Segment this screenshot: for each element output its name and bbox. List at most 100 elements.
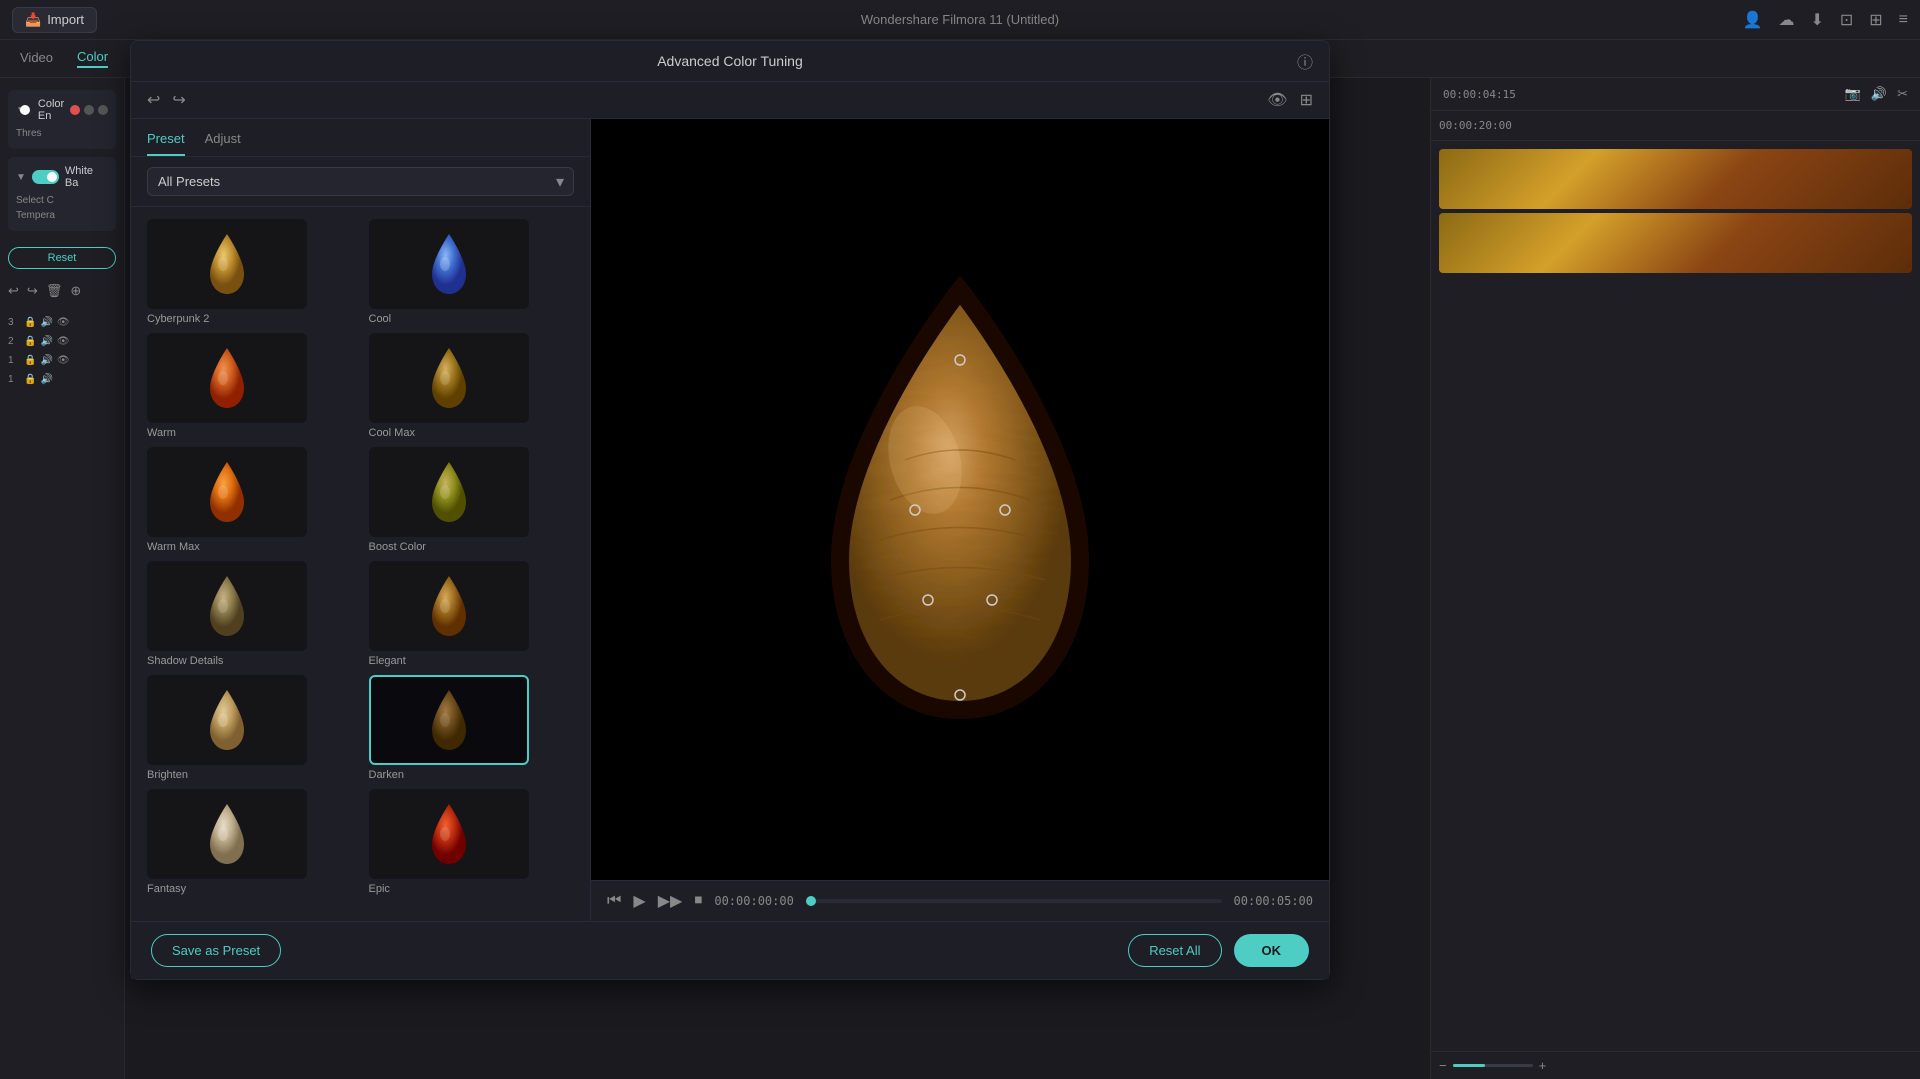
save-as-preset-button[interactable]: Save as Preset — [151, 934, 281, 967]
top-bar: 📥 Import Wondershare Filmora 11 (Untitle… — [0, 0, 1920, 40]
preset-thumb-svg-epic — [424, 799, 474, 869]
compare-icon[interactable]: ⊞ — [1300, 90, 1313, 110]
preset-item-shadowdetails[interactable]: Shadow Details — [147, 561, 353, 667]
white-balance-toggle[interactable] — [32, 170, 59, 184]
modal-close-icon[interactable]: ⓘ — [1297, 49, 1313, 73]
account-icon[interactable]: 👤 — [1743, 10, 1763, 30]
time-end: 00:00:05:00 — [1234, 894, 1313, 908]
preset-item-cool[interactable]: Cool — [369, 219, 575, 325]
redo-icon[interactable]: ↪ — [27, 283, 38, 299]
track-list: 3 🔒 🔊 👁 2 🔒 🔊 👁 1 🔒 🔊 👁 1 🔒 🔊 — [8, 315, 116, 387]
preview-image — [760, 260, 1160, 740]
preset-item-coolmax[interactable]: Cool Max — [369, 333, 575, 439]
tl-track-thumb-1 — [1439, 149, 1912, 209]
temperature-label: Tempera — [16, 210, 108, 221]
playback-slider-dot — [806, 896, 816, 906]
preview-panel: ⏮ ▶ ▶▶ ⏹ 00:00:00:00 00:00:05:00 — [591, 119, 1329, 921]
preset-item-epic[interactable]: Epic — [369, 789, 575, 895]
track-audio-3: 🔊 — [40, 317, 52, 328]
layout-icon[interactable]: ⊞ — [1869, 10, 1882, 30]
track-audio-1b: 🔊 — [40, 374, 52, 385]
track-audio-2: 🔊 — [40, 336, 52, 347]
preset-item-darken[interactable]: Darken — [369, 675, 575, 781]
preset-filter-select[interactable]: All Presets — [147, 167, 574, 196]
tl-audio-icon[interactable]: 🔊 — [1871, 86, 1887, 102]
bottom-icons-row: ↩ ↪ 🗑 ⊕ — [8, 283, 116, 299]
preset-item-fantasy[interactable]: Fantasy — [147, 789, 353, 895]
preset-thumb-svg-elegant — [424, 571, 474, 641]
preset-item-boostcolor[interactable]: Boost Color — [369, 447, 575, 553]
add-icon[interactable]: ⊕ — [70, 283, 81, 299]
window-icon[interactable]: ⊡ — [1840, 10, 1853, 30]
ok-button[interactable]: OK — [1234, 934, 1310, 967]
preset-item-brighten[interactable]: Brighten — [147, 675, 353, 781]
zoom-out-icon[interactable]: − — [1439, 1058, 1447, 1073]
zoom-in-icon[interactable]: + — [1539, 1058, 1547, 1073]
preset-thumb-svg-cyberpunk2 — [202, 229, 252, 299]
timeline-icons: 📷 🔊 ✂ — [1845, 86, 1908, 102]
track-row-1a: 1 🔒 🔊 👁 — [8, 353, 116, 368]
track-row-1b: 1 🔒 🔊 — [8, 372, 116, 387]
prev-frame-button[interactable]: ⏮ — [607, 892, 621, 910]
stop-button[interactable]: ⏹ — [694, 892, 702, 910]
preset-tabs: Preset Adjust — [131, 119, 590, 157]
preset-panel: Preset Adjust All Presets ▾ — [131, 119, 591, 921]
preset-label-cyberpunk2: Cyberpunk 2 — [147, 313, 209, 325]
tl-camera-icon[interactable]: 📷 — [1845, 86, 1861, 102]
reset-button[interactable]: Reset — [8, 247, 116, 269]
preset-label-brighten: Brighten — [147, 769, 188, 781]
preset-thumb-cool — [369, 219, 529, 309]
tl-zoom-slider[interactable] — [1453, 1064, 1533, 1067]
timeline-tracks — [1431, 141, 1920, 1051]
preset-thumb-svg-coolmax — [424, 343, 474, 413]
tl-track-1 — [1439, 149, 1912, 209]
track-num-2: 2 — [8, 336, 20, 347]
preset-grid: Cyberpunk 2 — [131, 207, 590, 921]
track-lock-1a: 🔒 — [24, 355, 36, 366]
preset-thumb-boostcolor — [369, 447, 529, 537]
preset-item-warmmax[interactable]: Warm Max — [147, 447, 353, 553]
dot-red — [70, 105, 80, 115]
preset-label-elegant: Elegant — [369, 655, 406, 667]
color-en-section: ▼ Color En Thres — [8, 90, 116, 149]
preset-item-warm[interactable]: Warm — [147, 333, 353, 439]
modal-header: Advanced Color Tuning ⓘ — [131, 41, 1329, 82]
tab-video[interactable]: Video — [20, 50, 53, 67]
track-num-3: 3 — [8, 317, 20, 328]
undo-icon[interactable]: ↩ — [8, 283, 19, 299]
import-label: Import — [47, 12, 84, 27]
preset-item-cyberpunk2[interactable]: Cyberpunk 2 — [147, 219, 353, 325]
white-balance-label: White Ba — [65, 165, 108, 189]
menu-icon[interactable]: ≡ — [1899, 11, 1908, 29]
track-audio-1a: 🔊 — [40, 355, 52, 366]
tab-color[interactable]: Color — [77, 49, 108, 68]
download-icon[interactable]: ⬇ — [1810, 10, 1823, 30]
next-frame-button[interactable]: ▶▶ — [658, 891, 683, 911]
advanced-color-tuning-modal: Advanced Color Tuning ⓘ ↩ ↪ 👁 ⊞ Preset A… — [130, 40, 1330, 980]
tl-split-icon[interactable]: ✂ — [1897, 86, 1908, 102]
import-button[interactable]: 📥 Import — [12, 7, 97, 33]
delete-icon[interactable]: 🗑 — [46, 283, 63, 299]
color-en-toggle-row: ▼ Color En — [16, 98, 108, 122]
tl-track-thumb-2 — [1439, 213, 1912, 273]
preset-label-coolmax: Cool Max — [369, 427, 415, 439]
preset-thumb-fantasy — [147, 789, 307, 879]
playback-slider[interactable] — [806, 899, 1222, 903]
preset-label-epic: Epic — [369, 883, 390, 895]
preset-label-fantasy: Fantasy — [147, 883, 186, 895]
preset-thumb-brighten — [147, 675, 307, 765]
tab-preset[interactable]: Preset — [147, 131, 185, 156]
action-right: Reset All OK — [1128, 934, 1309, 967]
cloud-icon[interactable]: ☁ — [1778, 10, 1794, 30]
reset-all-button[interactable]: Reset All — [1128, 934, 1221, 967]
preview-toggle-icon[interactable]: 👁 — [1267, 90, 1287, 110]
tab-adjust[interactable]: Adjust — [205, 131, 241, 156]
preset-thumb-svg-warmmax — [202, 457, 252, 527]
undo-toolbar-icon[interactable]: ↩ — [147, 90, 160, 110]
preset-item-elegant[interactable]: Elegant — [369, 561, 575, 667]
play-button[interactable]: ▶ — [633, 891, 645, 911]
redo-toolbar-icon[interactable]: ↪ — [172, 90, 185, 110]
track-lock-3: 🔒 — [24, 317, 36, 328]
preview-canvas — [591, 119, 1329, 880]
preset-label-warm: Warm — [147, 427, 176, 439]
